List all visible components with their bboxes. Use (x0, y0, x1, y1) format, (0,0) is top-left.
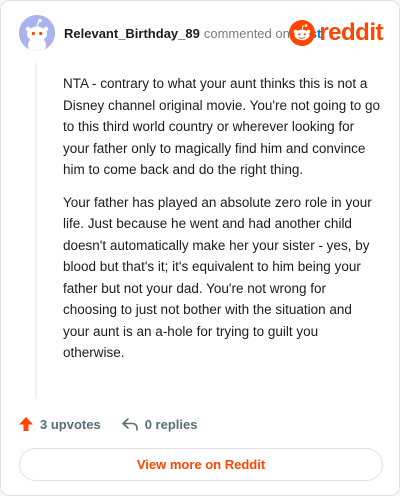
comment-header: Relevant_Birthday_89commented onpost red… (19, 15, 383, 51)
comment-body: NTA - contrary to what your aunt thinks … (63, 73, 381, 375)
thread-line (35, 63, 37, 399)
comment-byline: Relevant_Birthday_89commented onpost (64, 26, 321, 42)
commented-on-text: commented on (203, 26, 290, 41)
upvote-count: 3 upvotes (40, 416, 101, 432)
username-link[interactable]: Relevant_Birthday_89 (64, 26, 200, 41)
reply-button[interactable]: 0 replies (121, 416, 198, 432)
upvote-button[interactable]: 3 upvotes (18, 416, 101, 432)
reply-arrow-icon (121, 418, 138, 431)
embedded-comment-card: Relevant_Birthday_89commented onpost red… (0, 0, 400, 496)
view-more-button[interactable]: View more on Reddit (19, 448, 383, 481)
upvote-arrow-icon (19, 417, 33, 431)
comment-actions: 3 upvotes 0 replies (18, 413, 217, 435)
snoo-avatar-icon[interactable] (19, 15, 55, 51)
comment-paragraph: Your father has played an absolute zero … (63, 194, 372, 361)
comment-paragraph: NTA - contrary to what your aunt thinks … (63, 76, 381, 177)
reply-count: 0 replies (144, 416, 198, 432)
reddit-wordmark: reddit (319, 19, 383, 46)
reddit-snoo-logo-icon (289, 20, 316, 46)
reddit-brand-link[interactable]: reddit (289, 18, 383, 48)
